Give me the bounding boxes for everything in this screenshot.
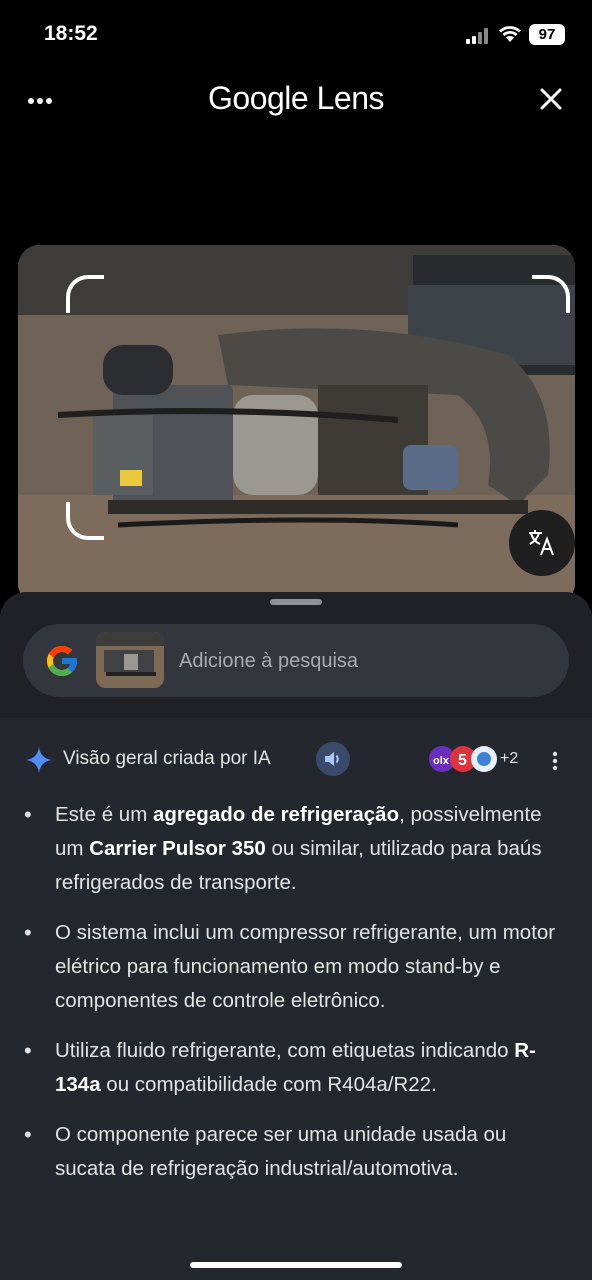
- more-sources-count[interactable]: +2: [500, 750, 518, 768]
- list-item: O componente parece ser uma unidade usad…: [0, 1118, 592, 1186]
- signal-icon: [466, 28, 488, 44]
- query-thumbnail[interactable]: [96, 632, 164, 688]
- thumbnail-image: [96, 632, 164, 688]
- battery-indicator: 97: [529, 24, 565, 45]
- text-span: O componente parece ser uma unidade usad…: [55, 1123, 507, 1180]
- listen-button[interactable]: [316, 742, 350, 776]
- query-image[interactable]: [18, 245, 575, 605]
- bold-term: agregado de refrigeração: [153, 803, 400, 826]
- ai-overview-list: Este é um agregado de refrigeração, poss…: [0, 798, 592, 1202]
- translate-icon: [529, 530, 554, 556]
- translate-button[interactable]: [509, 510, 575, 576]
- svg-text:5: 5: [458, 752, 467, 769]
- ai-sparkle-icon: [26, 747, 52, 773]
- more-vertical-icon[interactable]: [548, 750, 562, 772]
- wifi-icon: [499, 26, 521, 42]
- search-input[interactable]: Adicione à pesquisa: [179, 650, 358, 673]
- status-bar: 18:52 97: [0, 0, 592, 70]
- close-icon[interactable]: [538, 86, 564, 112]
- page-title: Google Lens: [208, 80, 384, 116]
- bold-term: Carrier Pulsor 350: [89, 837, 266, 860]
- clock: 18:52: [44, 22, 98, 45]
- speaker-icon: [325, 752, 339, 766]
- crop-corner-top-left[interactable]: [66, 275, 104, 313]
- list-item: O sistema inclui um compressor refrigera…: [0, 916, 592, 1018]
- list-item: Utiliza fluido refrigerante, com etiquet…: [0, 1034, 592, 1102]
- text-span: ou compatibilidade com R404a/R22.: [100, 1073, 437, 1096]
- text-span: O sistema inclui um compressor refrigera…: [55, 921, 556, 1012]
- svg-text:olx: olx: [433, 755, 450, 767]
- drag-handle[interactable]: [270, 599, 322, 605]
- ai-overview-title: Visão geral criada por IA: [63, 748, 271, 769]
- google-g-icon: [47, 646, 77, 676]
- source-favicons[interactable]: olx 5: [427, 744, 499, 774]
- home-indicator[interactable]: [190, 1262, 402, 1268]
- list-item: Este é um agregado de refrigeração, poss…: [0, 798, 592, 900]
- text-span: Utiliza fluido refrigerante, com etiquet…: [55, 1039, 515, 1062]
- text-span: Este é um: [55, 803, 153, 826]
